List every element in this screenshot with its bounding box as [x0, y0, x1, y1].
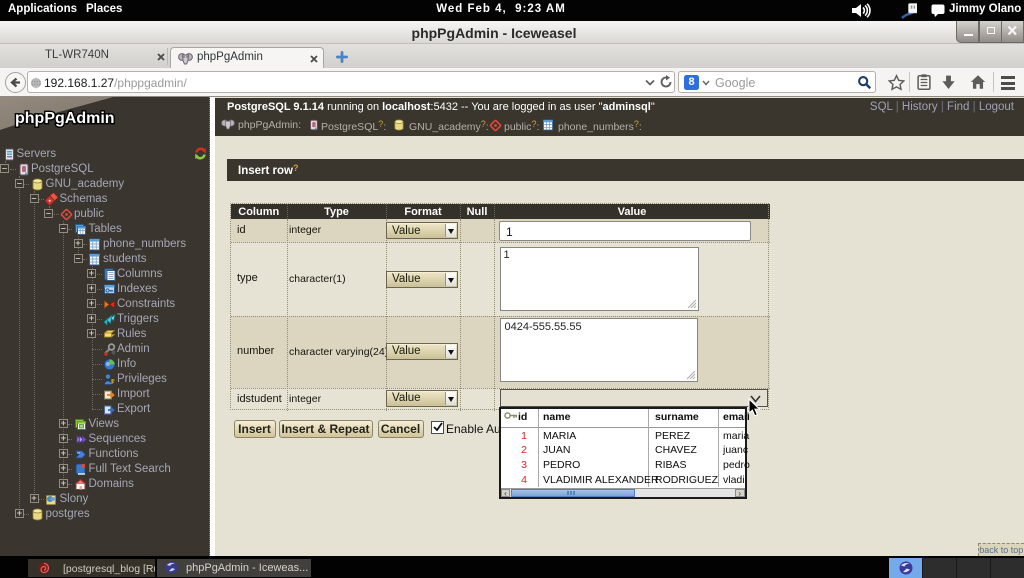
svg-text:phpPgAdmin: phpPgAdmin: [15, 110, 115, 127]
